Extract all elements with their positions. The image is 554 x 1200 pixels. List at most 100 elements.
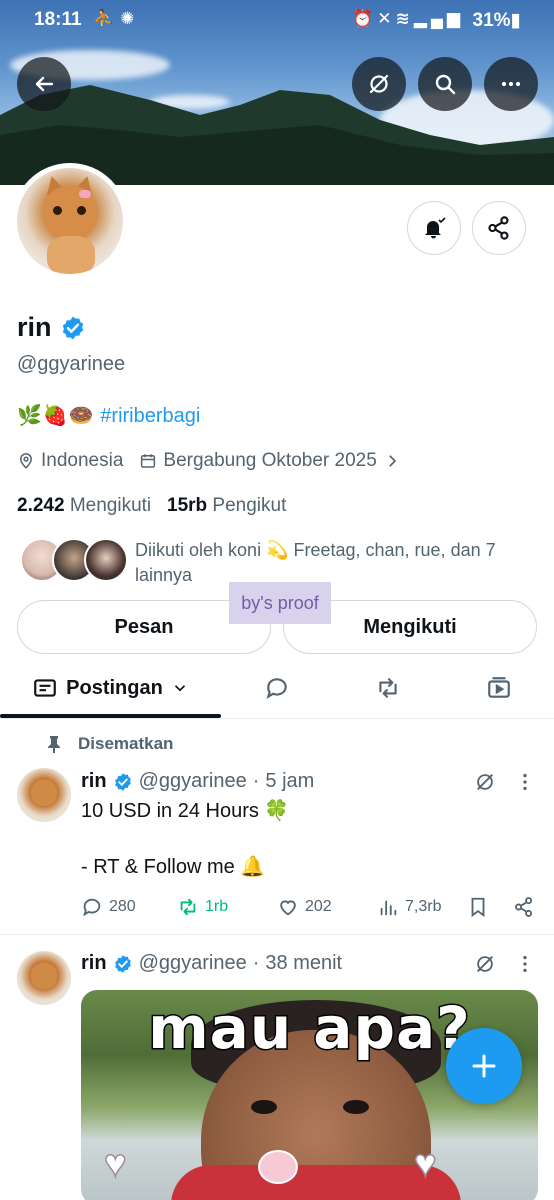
profile-name-text: rin <box>17 312 52 342</box>
view-count: 7,3rb <box>405 898 442 915</box>
profile-avatar[interactable] <box>12 163 128 279</box>
profile-location: Indonesia <box>41 450 124 471</box>
post-header: rin @ggyarinee · 38 menit <box>81 952 342 975</box>
like-button[interactable]: 202 <box>277 896 332 918</box>
person-upload-icon: ⛹ <box>93 9 121 28</box>
share-icon <box>515 897 533 917</box>
verified-badge-icon[interactable] <box>60 315 86 341</box>
verified-badge-icon <box>114 954 131 973</box>
arrow-left-icon <box>35 76 54 92</box>
alarm-icon: ⏰ <box>352 9 378 28</box>
heart-sticker-icon: ♥ <box>103 1142 127 1186</box>
tab-posts[interactable]: Postingan <box>0 660 221 716</box>
reply-button[interactable]: 280 <box>81 896 136 918</box>
tab-posts-label: Postingan <box>66 676 163 699</box>
more-vertical-icon[interactable] <box>514 953 536 975</box>
repost-button[interactable]: 1rb <box>177 896 228 918</box>
pig-sticker-icon <box>258 1150 298 1184</box>
following-button-label: Mengikuti <box>363 615 457 638</box>
repost-count: 1rb <box>205 898 229 915</box>
tab-reposts[interactable] <box>332 660 443 716</box>
message-button-label: Pesan <box>114 615 174 638</box>
status-right-icons: ⏰✕≋▂▄▆ <box>352 9 464 29</box>
profile-handle: @ggyarinee <box>17 353 126 375</box>
profile-meta: Indonesia Bergabung Oktober 2025 <box>17 450 401 472</box>
profile-joined-date: Bergabung Oktober 2025 <box>163 450 377 471</box>
post-text: 10 USD in 24 Hours 🍀 - RT & Follow me 🔔 <box>81 800 290 878</box>
share-profile-button[interactable] <box>472 201 526 255</box>
followers-link[interactable]: 15rb Pengikut <box>167 495 286 516</box>
grok-button[interactable] <box>352 57 406 111</box>
post-timestamp[interactable]: 5 jam <box>265 770 314 793</box>
reply-count: 280 <box>109 898 136 915</box>
search-icon <box>435 74 456 95</box>
posts-card-icon <box>34 679 56 697</box>
chevron-down-icon <box>174 685 185 692</box>
follower-avatar <box>84 538 128 582</box>
post-author-name[interactable]: rin <box>81 952 107 975</box>
tab-replies[interactable] <box>221 660 332 716</box>
calendar-icon <box>141 454 156 468</box>
profile-tabs: Postingan <box>0 660 554 718</box>
post-top-icons <box>474 953 536 975</box>
compose-post-button[interactable] <box>446 1028 522 1104</box>
grok-icon <box>369 74 389 94</box>
bookmark-button[interactable] <box>467 896 489 918</box>
share-post-button[interactable] <box>513 896 535 918</box>
grok-icon[interactable] <box>474 953 496 975</box>
post-actions: 280 1rb 202 7,3rb <box>81 896 541 922</box>
chevron-right-icon[interactable] <box>383 452 401 470</box>
back-button[interactable] <box>17 57 71 111</box>
status-bar: 18:11 ⛹✺ ⏰✕≋▂▄▆ 31%▮ <box>0 0 554 40</box>
profile-name: rin <box>17 312 86 343</box>
plus-icon <box>472 1054 496 1078</box>
pinned-label: Disematkan <box>78 734 174 753</box>
bio-hashtag-link[interactable]: #ririberbagi <box>100 405 200 427</box>
followed-by-text: Diikuti oleh koni 💫 Freetag, chan, rue, … <box>135 540 496 585</box>
aperture-icon: ✺ <box>120 9 141 28</box>
location-pin-icon <box>19 453 33 469</box>
post-top-icons <box>474 771 536 793</box>
post-author-handle: @ggyarinee <box>138 770 247 792</box>
more-options-button[interactable] <box>484 57 538 111</box>
following-link[interactable]: 2.242 Mengikuti <box>17 495 151 516</box>
reply-icon <box>83 898 101 917</box>
status-time: 18:11 <box>34 9 82 30</box>
bookmark-icon <box>471 897 485 918</box>
repost-icon <box>180 898 196 916</box>
more-horizontal-icon <box>501 81 521 87</box>
post-author-avatar[interactable] <box>17 768 71 822</box>
repost-icon <box>378 678 397 698</box>
bell-check-icon <box>425 217 446 239</box>
follow-stats: 2.242 Mengikuti 15rb Pengikut <box>17 495 286 517</box>
avatar-image <box>17 168 123 274</box>
views-button[interactable]: 7,3rb <box>377 896 441 918</box>
pin-icon <box>48 736 60 753</box>
wifi-icon: ≋ <box>395 9 414 28</box>
like-count: 202 <box>305 898 332 915</box>
search-button[interactable] <box>418 57 472 111</box>
separator-dot: · <box>252 770 260 792</box>
heart-sticker-icon: ♥ <box>413 1142 437 1186</box>
post-divider <box>0 934 554 935</box>
pinned-indicator: Disematkan <box>46 734 173 754</box>
verified-badge-icon <box>114 772 131 791</box>
reply-bubble-icon <box>265 678 287 700</box>
post-author-avatar[interactable] <box>17 951 71 1005</box>
share-icon <box>488 216 509 240</box>
proof-overlay-label: by's proof <box>229 582 331 624</box>
profile-bio: 🌿🍓🍩 #ririberbagi <box>17 403 200 428</box>
bar-chart-icon <box>380 900 397 916</box>
signal-icon: ▂▄▆ <box>413 9 464 28</box>
tabs-divider <box>0 718 554 719</box>
status-left-icons: ⛹✺ <box>93 9 140 29</box>
post-author-handle: @ggyarinee <box>138 952 247 974</box>
tab-media[interactable] <box>443 660 554 716</box>
notification-button[interactable] <box>407 201 461 255</box>
post-author-name[interactable]: rin <box>81 770 107 793</box>
more-vertical-icon[interactable] <box>514 771 536 793</box>
post-timestamp[interactable]: 38 menit <box>265 952 342 975</box>
separator-dot: · <box>252 952 260 974</box>
heart-icon <box>280 900 296 916</box>
grok-icon[interactable] <box>474 771 496 793</box>
